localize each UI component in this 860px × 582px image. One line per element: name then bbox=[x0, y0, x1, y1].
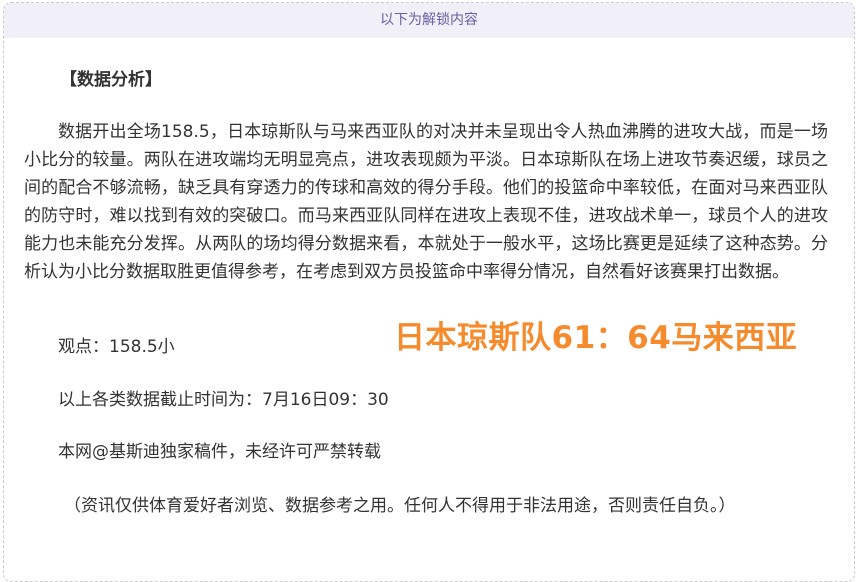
viewpoint-text: 观点：158.5小 bbox=[58, 337, 175, 357]
copyright-notice: 本网@基斯迪独家稿件，未经许可严禁转载 bbox=[58, 442, 381, 462]
score-overlay: 日本琼斯队61：64马来西亚 bbox=[394, 320, 798, 356]
unlock-banner: 以下为解锁内容 bbox=[4, 3, 854, 38]
disclaimer-text: （资讯仅供体育爱好者浏览、数据参考之用。任何人不得用于非法用途，否则责任自负。） bbox=[64, 496, 736, 516]
analysis-paragraph: 数据开出全场158.5，日本琼斯队与马来西亚队的对决并未呈现出令人热血沸腾的进攻… bbox=[24, 122, 828, 282]
data-cutoff-text: 以上各类数据截止时间为：7月16日09：30 bbox=[58, 390, 389, 410]
article-heading: 【数据分析】 bbox=[60, 70, 162, 90]
